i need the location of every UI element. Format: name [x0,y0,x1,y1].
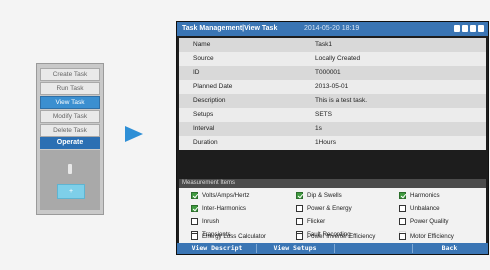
checkbox-label: Power Quality [410,218,449,225]
info-value: This is a test task. [315,97,368,104]
checkbox-unchecked-icon [399,205,406,212]
checkbox-label: Volts/Amps/Hertz [202,192,250,199]
info-row-id: ID T000001 [179,66,486,80]
plus-key-button[interactable]: + [57,184,85,199]
menu-item-view-task[interactable]: View Task [40,96,100,109]
checkbox-unchecked-icon [191,233,198,240]
checkbox-checked-icon [191,205,198,212]
info-label: Interval [193,125,215,132]
info-value: Locally Created [315,55,361,62]
menu-item-modify-task[interactable]: Modify Task [40,110,100,123]
view-setups-button[interactable]: View Setups [257,243,333,254]
info-value: 2013-05-01 [315,83,349,90]
task-info-table: Name Task1 Source Locally Created ID T00… [179,38,486,150]
checkbox-label: Flicker [307,218,326,225]
checkbox-label: Energy Loss Calculator [202,233,266,240]
info-label: Planned Date [193,83,233,90]
info-label: ID [193,69,200,76]
datetime-display: 2014-05-20 18:19 [304,25,360,32]
info-row-interval: Interval 1s [179,122,486,136]
softkey-empty-button[interactable] [335,243,411,254]
checkbox-checked-icon [399,192,406,199]
signal-icon [462,25,468,32]
status-icons [454,25,484,32]
info-value: T000001 [315,69,341,76]
checkbox-label: Motor Efficiency [410,233,454,240]
checkbox-label: Power & Energy [307,205,352,212]
operate-control-area: + [40,150,100,210]
info-label: Source [193,55,214,62]
measurement-items-header: Measurement Items [179,179,486,188]
checkbox-checked-icon [191,192,198,199]
screen-title: Task Management|View Task [182,25,278,32]
info-label: Name [193,41,211,48]
battery-icon [478,25,484,32]
checkbox-unchecked-icon [296,233,303,240]
info-row-setups: Setups SETS [179,108,486,122]
menu-item-run-task[interactable]: Run Task [40,82,100,95]
menu-item-delete-task[interactable]: Delete Task [40,124,100,137]
info-value: 1s [315,125,322,132]
info-label: Description [193,97,226,104]
view-descript-button[interactable]: View Descript [179,243,255,254]
checkbox-unchecked-icon [191,218,198,225]
storage-icon [470,25,476,32]
checkbox-unchecked-icon [399,218,406,225]
back-button[interactable]: Back [413,243,486,254]
info-row-duration: Duration 1Hours [179,136,486,150]
checkbox-unchecked-icon [399,233,406,240]
info-row-source: Source Locally Created [179,52,486,66]
lock-icon [454,25,460,32]
info-row-planned-date: Planned Date 2013-05-01 [179,80,486,94]
operate-label: Operate [40,137,100,149]
menu-item-create-task[interactable]: Create Task [40,68,100,81]
info-label: Setups [193,111,214,118]
checkbox-label: Inter-Harmonics [202,205,247,212]
device-screen: Task Management|View Task 2014-05-20 18:… [176,21,489,255]
info-row-description: Description This is a test task. [179,94,486,108]
checkbox-checked-icon [296,192,303,199]
checkbox-unchecked-icon [296,218,303,225]
checkbox-label: Dip & Swells [307,192,342,199]
checkbox-label: Harmonics [410,192,440,199]
checkbox-unchecked-icon [296,205,303,212]
softkey-bar: View Descript View Setups Back [177,243,488,254]
operate-panel: Create Task Run Task View Task Modify Ta… [36,63,104,215]
checkbox-label: Unbalance [410,205,440,212]
checkbox-label: Power Inverter Efficiency [307,233,376,240]
title-bar: Task Management|View Task 2014-05-20 18:… [177,22,488,36]
info-row-name: Name Task1 [179,38,486,52]
info-value: 1Hours [315,139,336,146]
info-label: Duration [193,139,218,146]
info-value: Task1 [315,41,332,48]
checkbox-label: Inrush [202,218,220,225]
info-value: SETS [315,111,332,118]
indicator-slot-icon [68,164,72,174]
arrow-right-icon [125,126,143,142]
